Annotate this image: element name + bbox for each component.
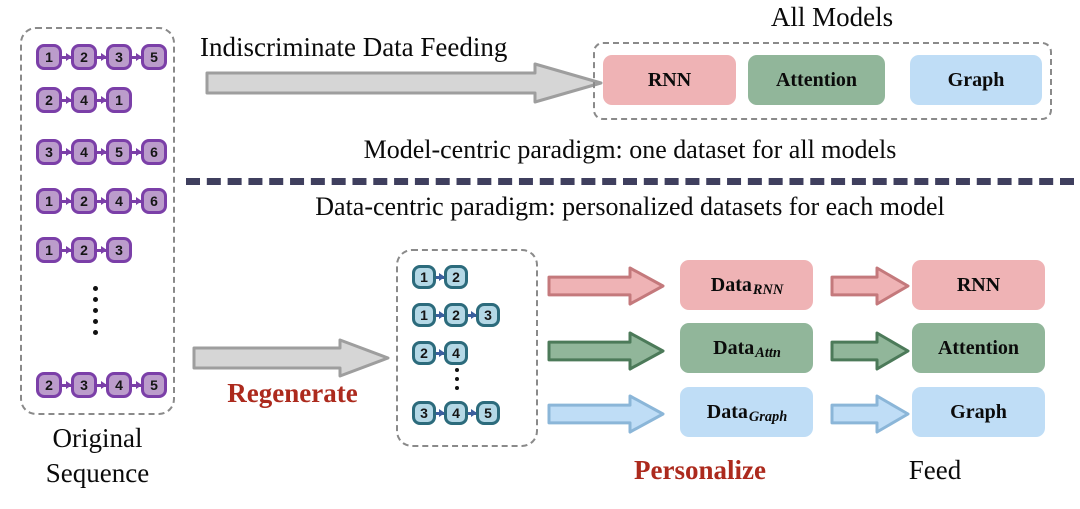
sequence-node: 5 [141,372,167,398]
sequence-node: 1 [36,188,62,214]
dataset-pill-subscript: Attn [755,344,781,361]
regenerate-arrow [192,338,392,383]
sequence-node: 2 [444,265,468,289]
sequence-node: 3 [106,237,132,263]
sequence-node: 3 [106,44,132,70]
top-flow-label: Indiscriminate Data Feeding [200,32,508,62]
personalize-arrow-graph [546,393,666,440]
sequence-link-arrow-icon [97,147,107,156]
personalize-label: Personalize [634,455,766,485]
sequence-node: 5 [106,139,132,165]
sequence-node: 2 [412,341,436,365]
sequence-node: 1 [412,303,436,327]
sequence-row: 241 [36,85,132,115]
feed-arrow-graph [829,393,911,440]
sequence-row: 12 [412,262,468,292]
sequence-node: 6 [141,139,167,165]
sequence-node: 2 [71,188,97,214]
sequence-row: 345 [412,398,500,428]
sequence-node: 1 [412,265,436,289]
original-caption-line1: Original [52,423,143,453]
sequence-row: 1246 [36,186,167,216]
sequence-node: 6 [141,188,167,214]
feed-arrow-rnn [829,265,911,312]
fed-model-pill-attention: Attention [912,323,1045,373]
personalize-arrow-attn [546,330,666,377]
sequence-node: 1 [36,44,62,70]
sequence-link-arrow-icon [436,348,445,357]
paradigm-divider [186,178,1074,185]
sequence-link-arrow-icon [436,272,445,281]
sequence-node: 5 [141,44,167,70]
sequence-node: 2 [36,87,62,113]
regenerated-sequence-ellipsis [455,368,459,390]
dataset-pill-attn: Data Attn [680,323,813,373]
dataset-pill-rnn: Data RNN [680,260,813,310]
all-models-pill-rnn: RNN [603,55,736,105]
dataset-pill-subscript: RNN [752,281,784,298]
sequence-node: 1 [106,87,132,113]
dataset-pill-subscript: Graph [748,408,788,425]
sequence-row: 123 [36,235,132,265]
sequence-row: 3456 [36,137,167,167]
sequence-link-arrow-icon [62,95,72,104]
original-caption-line2: Sequence [45,458,150,488]
sequence-link-arrow-icon [62,196,72,205]
sequence-link-arrow-icon [62,147,72,156]
sequence-node: 3 [71,372,97,398]
original-sequence-ellipsis [93,286,98,335]
sequence-node: 4 [444,401,468,425]
sequence-link-arrow-icon [62,245,72,254]
sequence-node: 3 [36,139,62,165]
sequence-link-arrow-icon [468,408,477,417]
dataset-pill-base: Data [713,336,755,359]
sequence-link-arrow-icon [436,408,445,417]
sequence-row: 123 [412,300,500,330]
fed-model-pill-rnn: RNN [912,260,1045,310]
feed-label: Feed [908,455,962,485]
sequence-node: 4 [444,341,468,365]
sequence-node: 2 [71,44,97,70]
sequence-node: 4 [106,372,132,398]
fed-model-pill-graph: Graph [912,387,1045,437]
sequence-link-arrow-icon [132,380,142,389]
sequence-link-arrow-icon [436,310,445,319]
sequence-node: 2 [36,372,62,398]
sequence-node: 1 [36,237,62,263]
feed-arrow-attention [829,330,911,377]
sequence-node: 3 [476,303,500,327]
sequence-link-arrow-icon [132,52,142,61]
sequence-link-arrow-icon [132,196,142,205]
model-centric-line: Model-centric paradigm: one dataset for … [363,135,897,164]
indiscriminate-feed-arrow [205,62,605,109]
sequence-link-arrow-icon [97,196,107,205]
regenerate-label: Regenerate [227,378,358,408]
sequence-node: 3 [412,401,436,425]
data-centric-line: Data-centric paradigm: personalized data… [315,192,945,221]
sequence-node: 5 [476,401,500,425]
sequence-link-arrow-icon [97,95,107,104]
all-models-pill-attention: Attention [748,55,885,105]
personalize-arrow-rnn [546,265,666,312]
sequence-link-arrow-icon [97,380,107,389]
dataset-pill-base: Data [710,273,752,296]
sequence-node: 4 [71,87,97,113]
sequence-row: 2345 [36,370,167,400]
all-models-title: All Models [770,2,894,32]
dataset-pill-graph: Data Graph [680,387,813,437]
sequence-node: 4 [71,139,97,165]
sequence-node: 2 [444,303,468,327]
all-models-pill-graph: Graph [910,55,1042,105]
sequence-link-arrow-icon [62,52,72,61]
sequence-link-arrow-icon [62,380,72,389]
sequence-node: 2 [71,237,97,263]
sequence-link-arrow-icon [97,52,107,61]
dataset-pill-base: Data [706,400,748,423]
sequence-row: 1235 [36,42,167,72]
sequence-link-arrow-icon [97,245,107,254]
sequence-row: 24 [412,338,468,368]
sequence-link-arrow-icon [132,147,142,156]
sequence-link-arrow-icon [468,310,477,319]
sequence-node: 4 [106,188,132,214]
